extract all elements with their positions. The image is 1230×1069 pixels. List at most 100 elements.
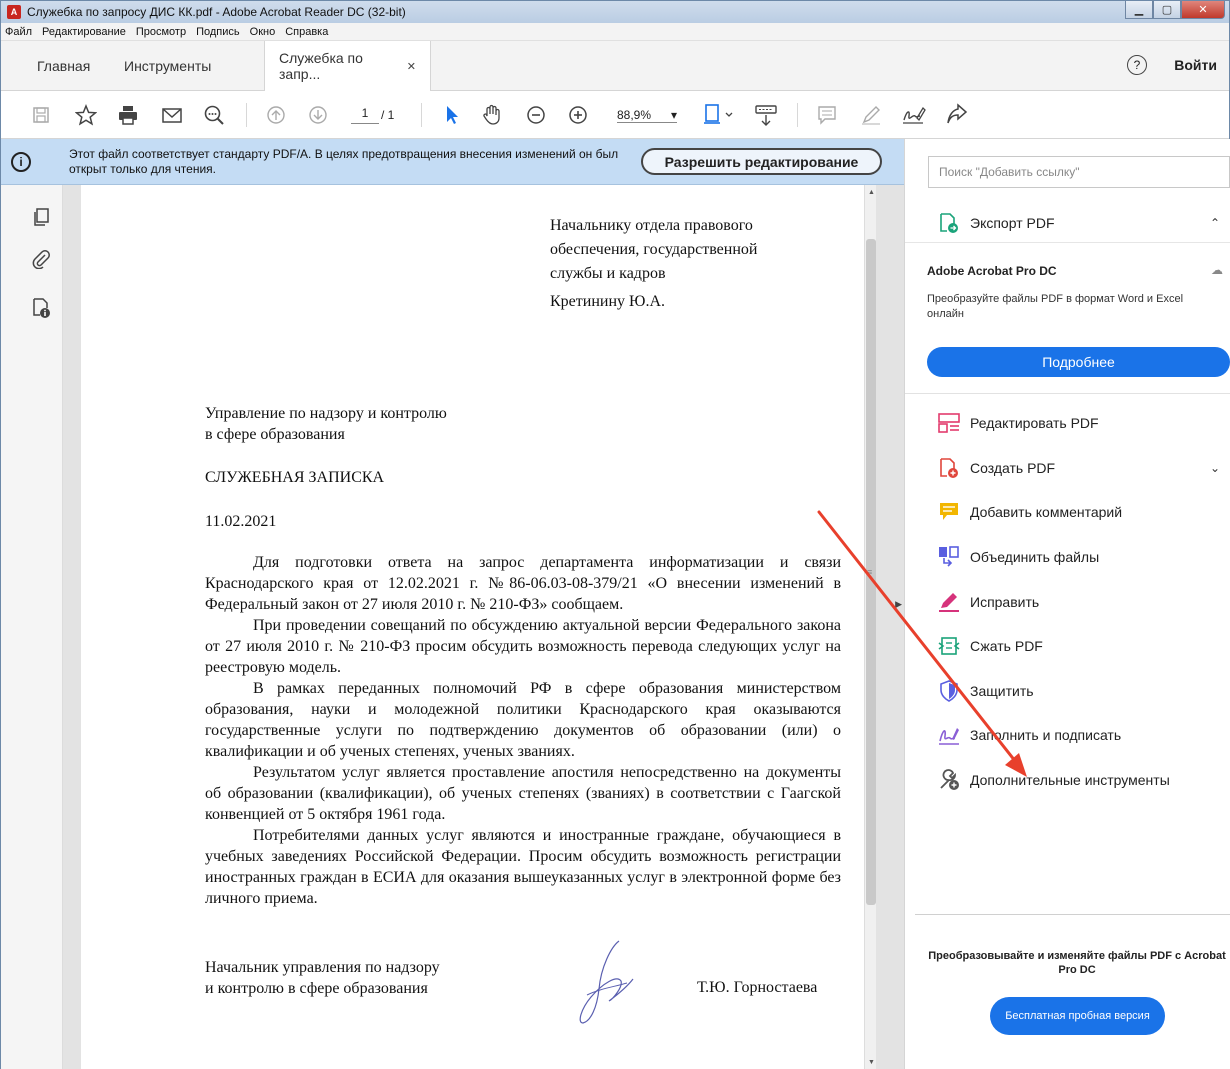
fill-sign-icon (938, 724, 960, 746)
main-toolbar: 1 / 1 88,9% ▾ (1, 91, 1229, 139)
close-window-button[interactable]: ✕ (1181, 1, 1225, 19)
share-send-icon[interactable] (945, 103, 971, 127)
tool-label: Создать PDF (970, 459, 1056, 476)
hand-tool-icon[interactable] (481, 103, 503, 127)
tool-protect[interactable]: Защитить (905, 669, 1230, 714)
page-down-icon[interactable] (307, 103, 329, 127)
document-vertical-scrollbar[interactable]: ▲ ≡ ▼ (864, 185, 876, 1069)
scroll-up-arrow-icon[interactable]: ▲ (868, 189, 875, 196)
login-button[interactable]: Войти (1174, 57, 1217, 73)
tool-fill-sign[interactable]: Заполнить и подписать (905, 713, 1230, 758)
create-pdf-icon (938, 457, 960, 479)
tool-edit-pdf[interactable]: Редактировать PDF (905, 401, 1230, 446)
fix-pen-icon (938, 591, 960, 613)
print-icon[interactable] (117, 103, 139, 127)
tool-fix[interactable]: Исправить (905, 579, 1230, 624)
more-info-button[interactable]: Подробнее (927, 347, 1230, 377)
tab-document[interactable]: Служебка по запр... ✕ (264, 41, 431, 91)
window-title: Служебка по запросу ДИС КК.pdf - Adobe A… (27, 5, 406, 19)
tool-label: Сжать PDF (970, 638, 1043, 655)
page-fit-icon[interactable] (701, 103, 735, 127)
memo-date: 11.02.2021 (205, 513, 277, 530)
tool-list: Редактировать PDF Создать PDF ⌄ Добавить… (905, 401, 1230, 802)
acrobat-app-icon: A (7, 5, 21, 19)
menu-bar: Файл Редактирование Просмотр Подпись Окн… (1, 23, 1229, 41)
email-icon[interactable] (161, 103, 183, 127)
tool-search-input[interactable]: Поиск "Добавить ссылку" (928, 156, 1230, 188)
promo-title: Adobe Acrobat Pro DC (927, 264, 1057, 278)
addressee-line: Начальнику отдела правового (550, 217, 753, 234)
tool-label: Исправить (970, 593, 1040, 610)
tab-document-label: Служебка по запр... (279, 50, 363, 82)
window-controls: ▁ ▢ ✕ (1125, 1, 1225, 19)
memo-addressee: Начальнику отдела правового обеспечения,… (550, 215, 830, 315)
tool-label: Редактировать PDF (970, 415, 1099, 432)
tab-tools[interactable]: Инструменты (124, 41, 211, 91)
page-total-label: / 1 (381, 108, 395, 122)
save-icon[interactable] (31, 103, 51, 127)
select-cursor-icon[interactable] (441, 103, 463, 127)
zoom-level-value: 88,9% (617, 108, 652, 122)
menu-help[interactable]: Справка (285, 26, 328, 38)
zoom-level-select[interactable]: 88,9% ▾ (617, 108, 677, 123)
memo-title: СЛУЖЕБНАЯ ЗАПИСКА (205, 469, 385, 486)
pdfa-info-message: Этот файл соответствует стандарту PDF/A.… (69, 147, 619, 176)
scroll-down-arrow-icon[interactable]: ▼ (868, 1059, 875, 1066)
edit-pdf-icon (938, 412, 960, 434)
zoom-in-icon[interactable] (567, 103, 589, 127)
help-icon[interactable]: ? (1127, 55, 1147, 75)
tab-close-icon[interactable]: ✕ (407, 60, 416, 73)
menu-file[interactable]: Файл (5, 26, 32, 38)
chevron-down-icon[interactable]: ⌄ (1210, 461, 1220, 475)
addressee-line: службы и кадров (550, 265, 666, 282)
tool-add-comment[interactable]: Добавить комментарий (905, 490, 1230, 535)
acrobat-window: A Служебка по запросу ДИС КК.pdf - Adobe… (0, 0, 1230, 1069)
tool-label: Заполнить и подписать (970, 727, 1122, 744)
department-line: в сфере образования (205, 426, 345, 443)
document-cloud-icon: ☁ (1211, 263, 1223, 277)
tool-label: Добавить комментарий (970, 504, 1123, 521)
document-properties-icon[interactable] (31, 297, 51, 318)
export-pdf-icon (938, 212, 960, 234)
zoom-out-icon[interactable] (525, 103, 547, 127)
collapse-right-pane-arrow-icon[interactable]: ▶ (895, 599, 902, 610)
compress-pdf-icon (938, 635, 960, 657)
free-trial-button[interactable]: Бесплатная пробная версия (990, 997, 1165, 1035)
enable-editing-button[interactable]: Разрешить редактирование (641, 148, 882, 175)
bookmark-star-icon[interactable] (75, 103, 97, 127)
toolbar-separator (421, 103, 422, 127)
page-up-icon[interactable] (265, 103, 287, 127)
keyboard-scroll-icon[interactable] (753, 103, 779, 127)
scrollbar-grip-icon: ≡ (867, 567, 873, 577)
combine-files-icon (938, 546, 960, 568)
page-thumbnails-icon[interactable] (31, 207, 51, 227)
attachment-paperclip-icon[interactable] (31, 249, 51, 270)
menu-view[interactable]: Просмотр (136, 26, 186, 38)
toolbar-separator (246, 103, 247, 127)
tool-create-pdf[interactable]: Создать PDF ⌄ (905, 446, 1230, 491)
handwritten-signature-icon (579, 940, 634, 1024)
comment-icon[interactable] (815, 103, 839, 127)
sign-icon[interactable] (901, 103, 927, 127)
memo-paragraph: Для подготовки ответа на запрос департам… (205, 554, 841, 613)
pane-divider (905, 393, 1230, 394)
pdf-page: Начальнику отдела правового обеспечения,… (81, 185, 873, 1069)
tool-compress-pdf[interactable]: Сжать PDF (905, 624, 1230, 669)
minimize-button[interactable]: ▁ (1125, 1, 1153, 19)
export-pdf-section-header[interactable]: Экспорт PDF ⌃ (905, 203, 1230, 243)
memo-body: Для подготовки ответа на запрос департам… (205, 552, 841, 909)
pane-divider (915, 914, 1230, 915)
chevron-up-icon[interactable]: ⌃ (1210, 216, 1220, 230)
tool-combine-files[interactable]: Объединить файлы (905, 535, 1230, 580)
maximize-button[interactable]: ▢ (1153, 1, 1181, 19)
title-bar: A Служебка по запросу ДИС КК.pdf - Adobe… (1, 1, 1229, 23)
pdfa-info-bar: i Этот файл соответствует стандарту PDF/… (1, 139, 904, 185)
zoom-search-icon[interactable] (203, 103, 225, 127)
tab-home[interactable]: Главная (37, 41, 90, 91)
highlight-pen-icon[interactable] (859, 103, 883, 127)
page-number-input[interactable]: 1 (351, 106, 379, 124)
menu-window[interactable]: Окно (250, 26, 276, 38)
menu-edit[interactable]: Редактирование (42, 26, 126, 38)
menu-sign[interactable]: Подпись (196, 26, 240, 38)
tool-more-tools[interactable]: Дополнительные инструменты (905, 758, 1230, 803)
